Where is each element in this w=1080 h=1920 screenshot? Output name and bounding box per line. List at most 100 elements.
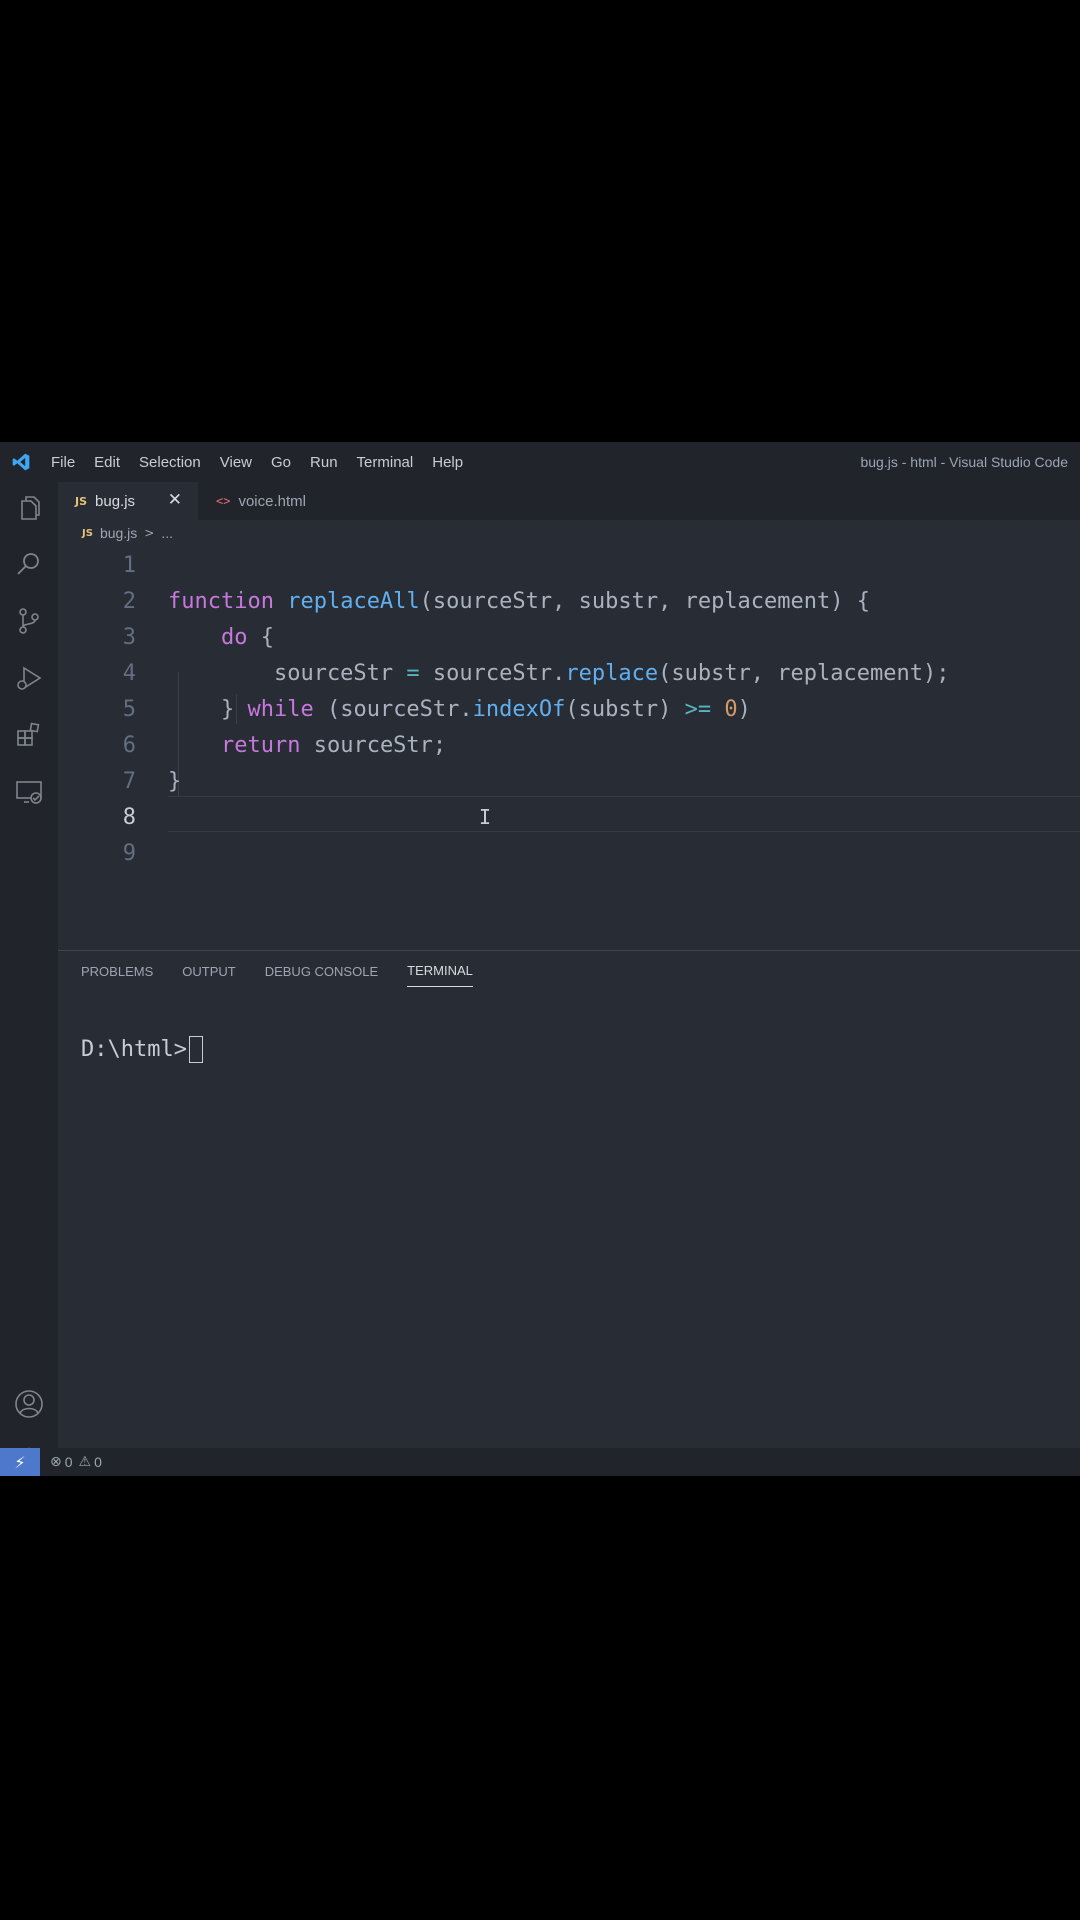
- menu-help[interactable]: Help: [432, 454, 463, 471]
- breadcrumb: JS bug.js > ...: [58, 520, 1080, 546]
- extensions-icon[interactable]: [13, 719, 45, 751]
- line-number: 6: [122, 733, 136, 758]
- code-token: (substr, replacement);: [658, 661, 950, 686]
- close-icon[interactable]: ✕: [168, 490, 182, 510]
- code-text: }: [168, 764, 181, 800]
- status-bar: ⚡ ⊗ 0 ⚠ 0: [0, 1448, 1080, 1476]
- source-control-icon[interactable]: [13, 605, 45, 637]
- tab-bug-js[interactable]: JS bug.js ✕: [58, 482, 198, 520]
- terminal-prompt: D:\html>: [81, 1037, 187, 1062]
- code-token: (substr): [565, 697, 685, 722]
- code-text: return sourceStr;: [168, 728, 446, 764]
- tab-terminal[interactable]: TERMINAL: [407, 955, 473, 987]
- line-number: 3: [122, 625, 136, 650]
- code-line: 1: [58, 548, 1080, 584]
- code-token: ): [737, 697, 751, 722]
- line-number: 4: [122, 661, 136, 686]
- warning-count: 0: [94, 1454, 102, 1470]
- remote-indicator-icon[interactable]: ⚡: [0, 1448, 40, 1476]
- code-text: sourceStr = sourceStr.replace(substr, re…: [168, 656, 950, 692]
- tab-problems[interactable]: PROBLEMS: [81, 956, 153, 987]
- problems-status[interactable]: ⊗ 0 ⚠ 0: [50, 1454, 102, 1470]
- error-icon: ⊗: [50, 1454, 62, 1470]
- code-token: replaceAll: [287, 589, 420, 614]
- code-token: sourceStr: [168, 661, 407, 686]
- line-number: 5: [122, 697, 136, 722]
- code-token: sourceStr.: [419, 661, 566, 686]
- code-line: 4 sourceStr = sourceStr.replace(substr, …: [58, 656, 1080, 692]
- breadcrumb-file[interactable]: bug.js: [100, 525, 137, 541]
- menu-file[interactable]: File: [51, 454, 75, 471]
- code-line: 5 } while (sourceStr.indexOf(substr) >= …: [58, 692, 1080, 728]
- code-line: 9: [58, 836, 1080, 872]
- warning-icon: ⚠: [78, 1454, 92, 1470]
- menu-go[interactable]: Go: [271, 454, 291, 471]
- line-number: 7: [122, 769, 136, 794]
- code-token: return: [220, 733, 301, 758]
- line-number: 1: [122, 553, 136, 578]
- code-token: indexOf: [472, 697, 566, 722]
- code-token: do: [220, 625, 248, 650]
- code-token: while: [247, 697, 314, 722]
- breadcrumb-symbol[interactable]: ...: [161, 525, 173, 541]
- text-cursor-icon: I: [479, 805, 492, 829]
- menu-edit[interactable]: Edit: [94, 454, 120, 471]
- code-text: do {: [168, 620, 274, 656]
- account-icon[interactable]: [13, 1388, 45, 1420]
- title-bar: File Edit Selection View Go Run Terminal…: [0, 442, 1080, 482]
- code-token: }: [168, 769, 182, 794]
- menu-selection[interactable]: Selection: [139, 454, 201, 471]
- search-icon[interactable]: [13, 548, 45, 580]
- explorer-icon[interactable]: [13, 492, 45, 524]
- panel-tabs: PROBLEMS OUTPUT DEBUG CONSOLE TERMINAL: [58, 951, 479, 991]
- code-line: 3 do {: [58, 620, 1080, 656]
- code-line: 6 return sourceStr;: [58, 728, 1080, 764]
- code-token: sourceStr;: [300, 733, 447, 758]
- code-token: replace: [565, 661, 659, 686]
- code-token: =: [406, 661, 420, 686]
- code-editor[interactable]: 1 2 function replaceAll(sourceStr, substr,…: [58, 546, 1080, 892]
- vscode-window: File Edit Selection View Go Run Terminal…: [0, 442, 1080, 1476]
- javascript-file-icon: JS: [82, 527, 93, 539]
- html-file-icon: <>: [216, 494, 231, 508]
- chevron-right-icon: >: [144, 526, 155, 540]
- javascript-file-icon: JS: [75, 494, 88, 508]
- code-token: (sourceStr, substr, replacement) {: [419, 589, 871, 614]
- code-token: function: [168, 589, 274, 614]
- code-line: 8: [58, 800, 1080, 836]
- line-number: 2: [122, 589, 136, 614]
- editor-tab-bar: JS bug.js ✕ <> voice.html: [58, 482, 1080, 520]
- terminal[interactable]: D:\html>: [81, 1036, 203, 1063]
- menu-bar: File Edit Selection View Go Run Terminal…: [51, 442, 482, 482]
- tab-label: bug.js: [95, 492, 136, 510]
- activity-bar: [0, 482, 58, 1475]
- code-token: }: [168, 697, 248, 722]
- code-token: {: [247, 625, 274, 650]
- vscode-logo-icon: [12, 453, 30, 471]
- code-text: function replaceAll(sourceStr, substr, r…: [168, 584, 870, 620]
- bottom-panel: PROBLEMS OUTPUT DEBUG CONSOLE TERMINAL D…: [58, 950, 1080, 1449]
- run-debug-icon[interactable]: [13, 662, 45, 694]
- tab-voice-html[interactable]: <> voice.html: [198, 482, 338, 520]
- menu-terminal[interactable]: Terminal: [357, 454, 414, 471]
- window-title: bug.js - html - Visual Studio Code: [860, 454, 1068, 470]
- line-number: 9: [122, 841, 136, 866]
- tab-debug-console[interactable]: DEBUG CONSOLE: [265, 956, 378, 987]
- menu-view[interactable]: View: [220, 454, 252, 471]
- code-line: 2 function replaceAll(sourceStr, substr, …: [58, 584, 1080, 620]
- code-text: } while (sourceStr.indexOf(substr) >= 0): [168, 692, 751, 728]
- line-number: 8: [122, 805, 136, 830]
- code-token: 0: [724, 697, 738, 722]
- tab-output[interactable]: OUTPUT: [182, 956, 235, 987]
- code-line: 7}: [58, 764, 1080, 800]
- tab-label: voice.html: [238, 492, 306, 510]
- remote-explorer-icon[interactable]: [13, 776, 45, 808]
- terminal-cursor: [188, 1036, 203, 1063]
- code-token: (sourceStr.: [313, 697, 473, 722]
- code-token: >=: [684, 697, 712, 722]
- menu-run[interactable]: Run: [310, 454, 338, 471]
